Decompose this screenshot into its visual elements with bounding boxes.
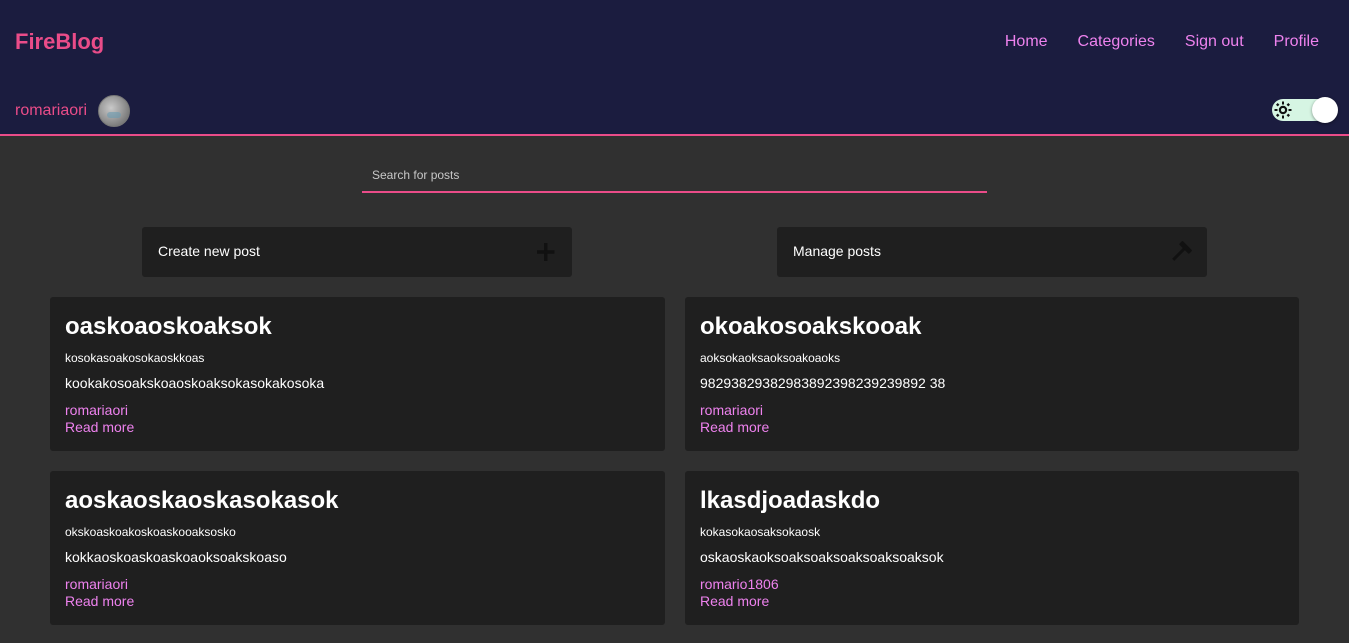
top-nav: Home Categories Sign out Profile [975,33,1319,51]
post-author-link[interactable]: romariaori [700,402,763,418]
hammer-icon [1169,237,1193,267]
plus-icon [534,237,558,267]
read-more-link[interactable]: Read more [65,593,134,609]
nav-profile[interactable]: Profile [1274,33,1319,51]
nav-sign-out[interactable]: Sign out [1185,33,1244,51]
gear-sun-icon [1273,100,1293,120]
post-subtitle: kokasokaosaksokaosk [700,525,821,539]
nav-home[interactable]: Home [1005,33,1048,51]
search-bar [362,160,987,193]
toggle-knob[interactable] [1312,97,1338,123]
post-card: okoakosoakskooak aoksokaoksaoksoakoaoks … [685,297,1299,451]
app-header: FireBlog Home Categories Sign out Profil… [0,0,1349,136]
post-body: 98293829382983892398239239892 38 [700,375,946,391]
search-input[interactable] [362,160,987,189]
post-title: lkasdjoadaskdo [700,487,881,514]
post-card: lkasdjoadaskdo kokasokaosaksokaosk oskao… [685,471,1299,625]
post-author-link[interactable]: romario1806 [700,576,779,592]
post-title: oaskoaoskoaksok [65,313,272,340]
create-post-label: Create new post [158,243,260,259]
post-title: okoakosoakskooak [700,313,922,340]
theme-toggle[interactable] [1272,97,1338,123]
read-more-link[interactable]: Read more [700,419,769,435]
user-info: romariaori [15,95,131,127]
manage-posts-label: Manage posts [793,243,881,259]
post-subtitle: kosokasoakosokaoskkoas [65,351,205,365]
post-body: kookakosoakskoaoskoaksokasokakosoka [65,375,325,391]
manage-posts-button[interactable]: Manage posts [777,227,1207,277]
read-more-link[interactable]: Read more [65,419,134,435]
create-post-button[interactable]: Create new post [142,227,572,277]
post-author-link[interactable]: romariaori [65,402,128,418]
username: romariaori [15,102,88,119]
nav-categories[interactable]: Categories [1078,33,1155,51]
post-body: kokkaoskoaskoaskoaoksoakskoaso [65,549,287,565]
post-title: aoskaoskaoskasokasok [65,487,339,514]
post-subtitle: okskoaskoakoskoaskooaksosko [65,525,236,539]
post-card: oaskoaoskoaksok kosokasoakosokaoskkoas k… [50,297,665,451]
read-more-link[interactable]: Read more [700,593,769,609]
post-subtitle: aoksokaoksaoksoakoaoks [700,351,841,365]
avatar [98,95,131,127]
brand-logo[interactable]: FireBlog [15,29,104,55]
post-card: aoskaoskaoskasokasok okskoaskoakoskoasko… [50,471,665,625]
post-body: oskaoskaoksoaksoaksoaksoaksoaksok [700,549,944,565]
post-author-link[interactable]: romariaori [65,576,128,592]
